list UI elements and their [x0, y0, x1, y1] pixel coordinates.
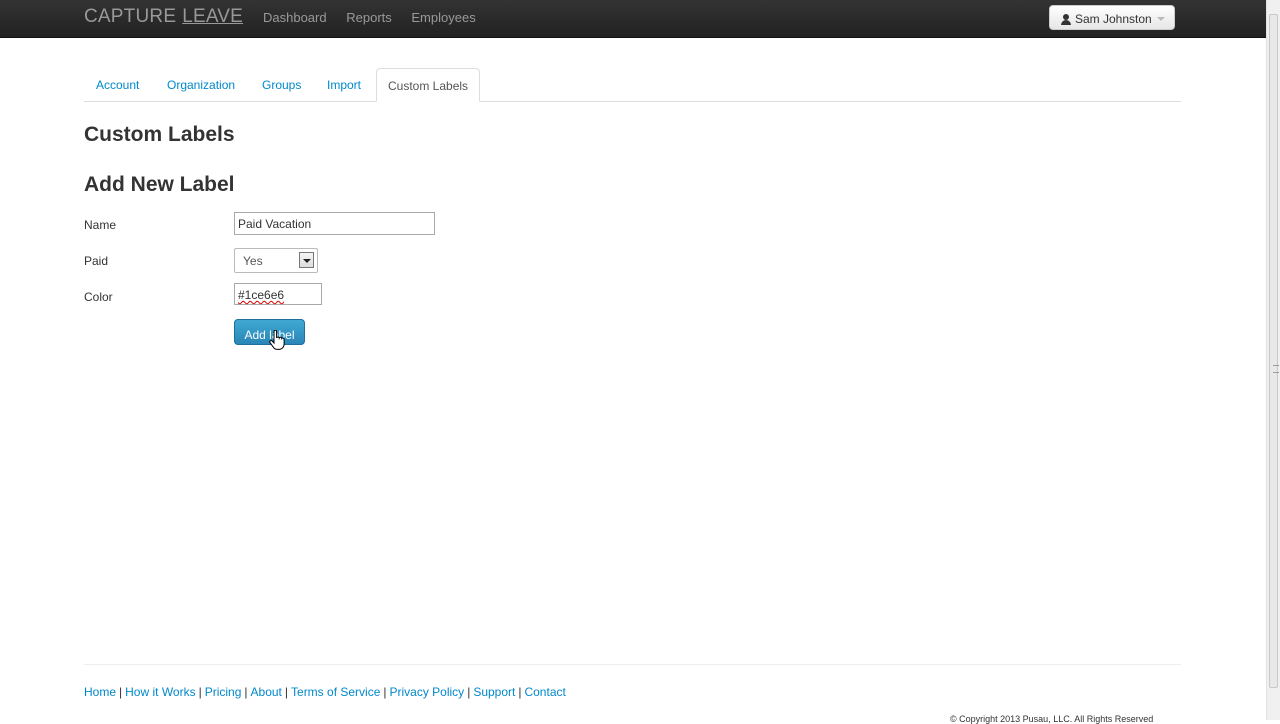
color-input[interactable]: #1ce6e6: [234, 283, 322, 305]
footer-separator: |: [284, 685, 289, 699]
top-navbar: CAPTURE LEAVE Dashboard Reports Employees…: [0, 0, 1266, 38]
brand-text-capture: CAPTURE: [84, 6, 177, 27]
nav-reports[interactable]: Reports: [346, 10, 392, 25]
footer-link-about[interactable]: About: [251, 685, 282, 699]
tab-groups[interactable]: Groups: [262, 68, 301, 101]
footer-link-how-it-works[interactable]: How it Works: [125, 685, 195, 699]
copyright-text: © Copyright 2013 Pusau, LLC. All Rights …: [950, 714, 1154, 724]
footer-separator: |: [244, 685, 248, 699]
footer-link-privacy[interactable]: Privacy Policy: [390, 685, 465, 699]
footer-separator: |: [518, 685, 522, 699]
main-nav: Dashboard Reports Employees: [263, 10, 492, 25]
page-title: Custom Labels: [84, 123, 235, 146]
form-title: Add New Label: [84, 173, 235, 196]
paid-select[interactable]: Yes: [234, 248, 318, 273]
footer-separator: |: [119, 685, 123, 699]
color-label: Color: [84, 290, 113, 304]
name-label: Name: [84, 218, 117, 232]
caret-down-icon: [1156, 17, 1165, 21]
color-input-value: #1ce6e6: [238, 288, 285, 302]
nav-dashboard[interactable]: Dashboard: [263, 10, 327, 25]
user-name: Sam Johnston: [1075, 12, 1152, 26]
brand-logo[interactable]: CAPTURE LEAVE: [84, 6, 243, 28]
footer-link-terms[interactable]: Terms of Service: [291, 685, 380, 699]
paid-label: Paid: [84, 254, 109, 268]
footer-links: Home | How it Works | Pricing | About | Terms of…: [84, 685, 566, 699]
tab-import[interactable]: Import: [327, 68, 361, 101]
tab-account[interactable]: Account: [96, 68, 139, 101]
footer-separator: |: [467, 685, 471, 699]
footer-link-contact[interactable]: Contact: [524, 685, 565, 699]
brand-text-leave: LEAVE: [182, 6, 244, 27]
footer-separator: |: [383, 685, 387, 699]
vertical-scrollbar[interactable]: [1266, 0, 1280, 720]
name-input[interactable]: [234, 212, 435, 235]
scrollbar-thumb[interactable]: [1269, 14, 1279, 688]
footer-link-pricing[interactable]: Pricing: [205, 685, 242, 699]
add-label-button[interactable]: Add label: [234, 319, 305, 345]
user-menu-button[interactable]: Sam Johnston: [1049, 5, 1175, 30]
paid-selected-value: Yes: [243, 254, 263, 268]
footer-link-support[interactable]: Support: [473, 685, 515, 699]
dropdown-arrow-icon[interactable]: [299, 252, 314, 268]
nav-employees[interactable]: Employees: [411, 10, 475, 25]
tab-custom-labels[interactable]: Custom Labels: [376, 68, 481, 102]
footer-divider: [84, 664, 1181, 665]
settings-tabs: Account Organization Groups Import Custo…: [84, 68, 1181, 102]
scrollbar-grip-icon: [1273, 365, 1279, 373]
footer-separator: |: [198, 685, 202, 699]
tab-organization[interactable]: Organization: [167, 68, 235, 101]
footer-link-home[interactable]: Home: [84, 685, 116, 699]
user-icon: [1061, 14, 1071, 25]
